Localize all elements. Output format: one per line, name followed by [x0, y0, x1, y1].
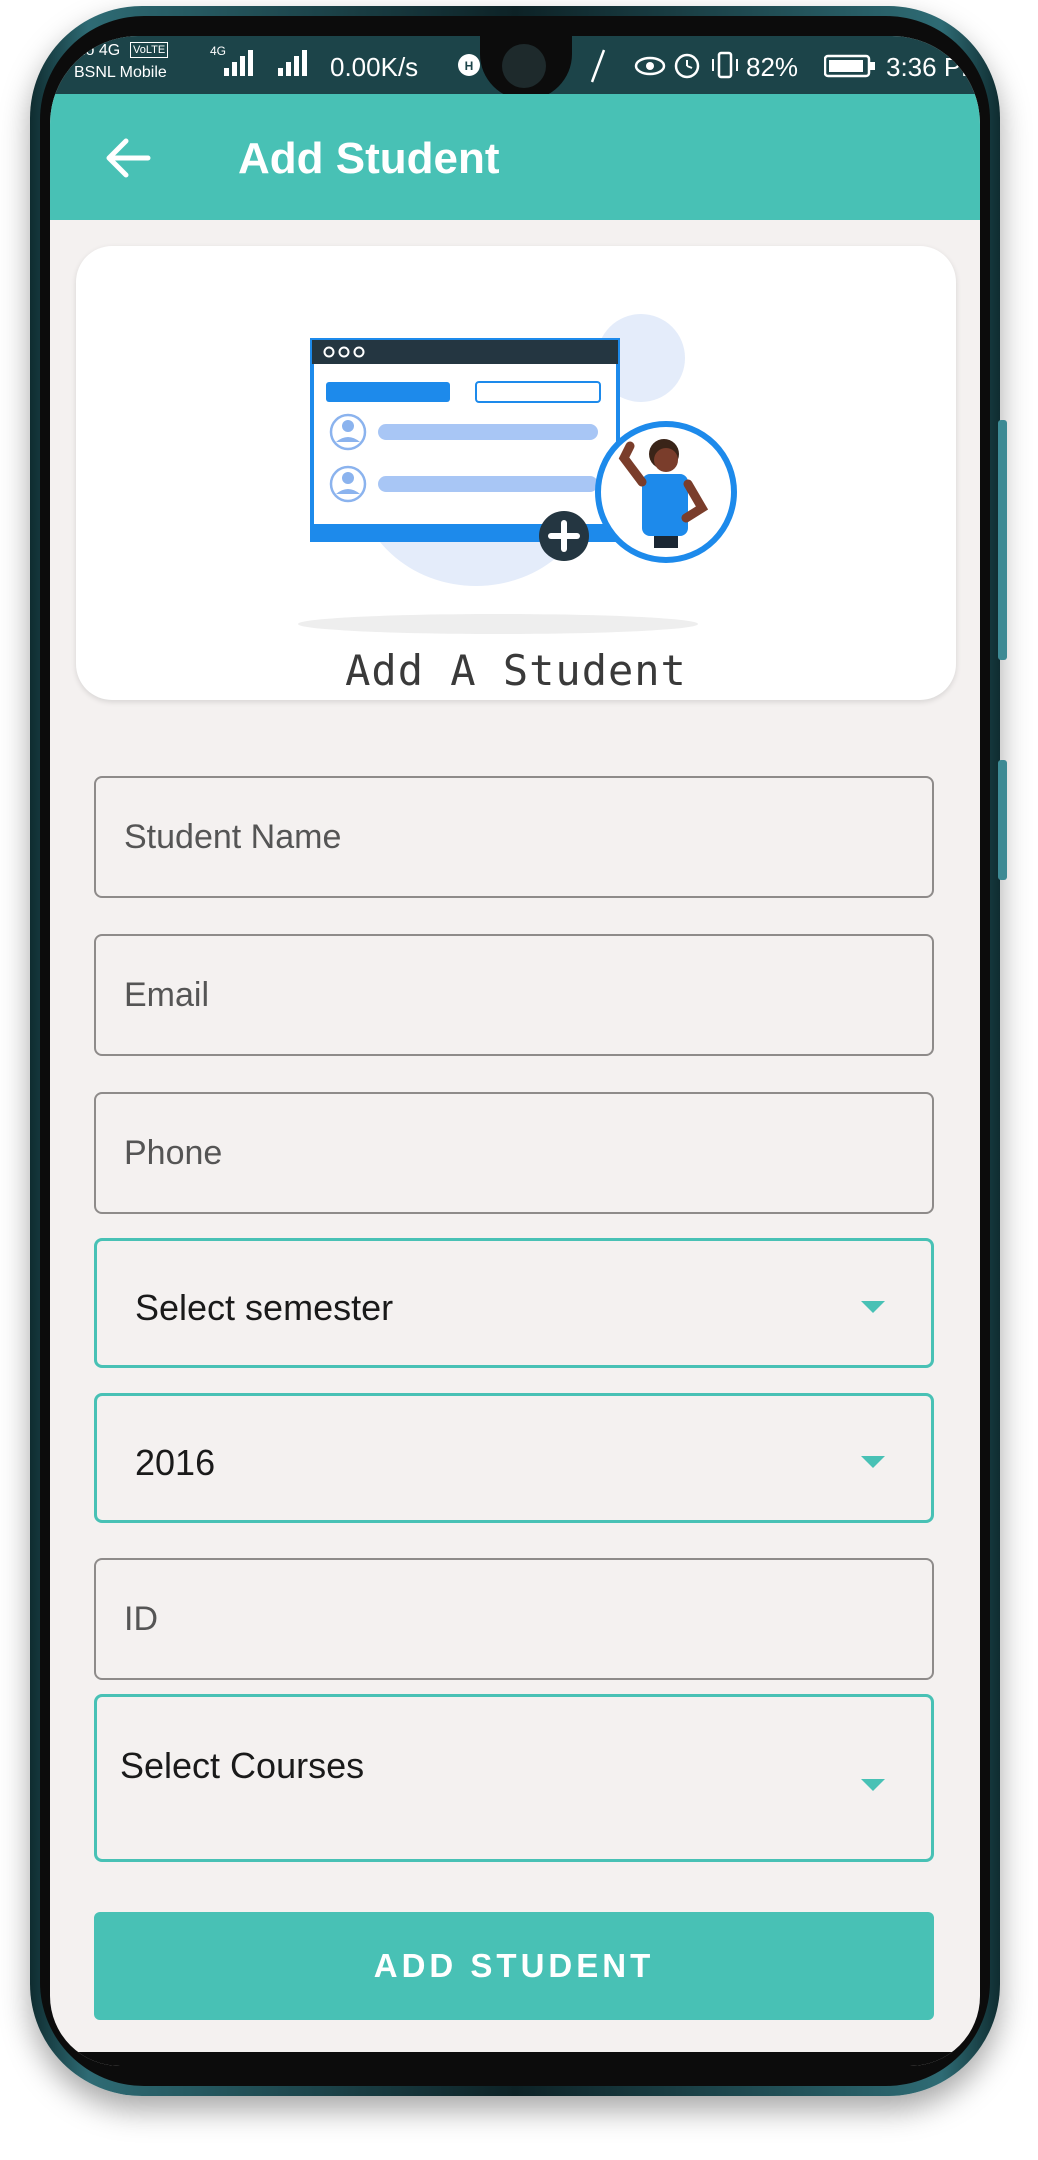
phone-screen: Jio 4G VoLTE BSNL Mobile 4G 0.00K/s H 82… — [50, 36, 980, 2066]
carrier-secondary: BSNL Mobile — [74, 64, 167, 81]
signal-strength-icon — [278, 50, 307, 76]
network-speed: 0.00K/s — [330, 52, 419, 82]
eye-icon — [634, 56, 666, 76]
hd-icon: H — [458, 54, 480, 76]
semester-dropdown[interactable]: Select semester — [94, 1238, 934, 1368]
vibrate-icon — [712, 51, 738, 79]
email-placeholder: Email — [124, 975, 210, 1014]
chevron-down-icon — [861, 1456, 885, 1468]
illustration-caption: Add A Student — [345, 646, 687, 695]
year-dropdown[interactable]: 2016 — [94, 1393, 934, 1523]
illustration-card: Add A Student — [76, 246, 956, 700]
slash-icon — [590, 49, 606, 83]
year-value: 2016 — [135, 1442, 216, 1483]
svg-text:H: H — [465, 59, 474, 73]
courses-value: Select Courses — [120, 1745, 365, 1786]
carrier-primary: Jio 4G — [74, 42, 121, 59]
front-camera — [502, 44, 546, 88]
battery-icon — [824, 54, 875, 78]
add-student-button[interactable]: ADD STUDENT — [94, 1912, 934, 2020]
chevron-down-icon — [861, 1779, 885, 1791]
clock-time: 3:36 PM — [886, 52, 980, 82]
battery-percent: 82% — [746, 52, 799, 82]
student-name-field[interactable]: Student Name — [94, 776, 934, 898]
add-student-illustration — [298, 314, 737, 634]
id-placeholder: ID — [124, 1599, 158, 1638]
chevron-down-icon — [861, 1301, 885, 1313]
phone-placeholder: Phone — [124, 1133, 223, 1172]
alarm-icon — [674, 53, 700, 79]
email-field[interactable]: Email — [94, 934, 934, 1056]
power-button — [998, 760, 1007, 880]
student-name-placeholder: Student Name — [124, 817, 342, 856]
volte-badge: VoLTE — [130, 42, 169, 58]
signal-strength-icon — [224, 50, 253, 76]
arrow-left-icon[interactable] — [98, 128, 158, 188]
courses-dropdown[interactable]: Select Courses — [94, 1694, 934, 1862]
phone-field[interactable]: Phone — [94, 1092, 934, 1214]
id-field[interactable]: ID — [94, 1558, 934, 1680]
bottom-bezel — [50, 2052, 980, 2066]
app-bar: Add Student — [50, 94, 980, 220]
volume-button — [998, 420, 1007, 660]
page-title: Add Student — [238, 134, 500, 183]
semester-value: Select semester — [135, 1287, 394, 1328]
